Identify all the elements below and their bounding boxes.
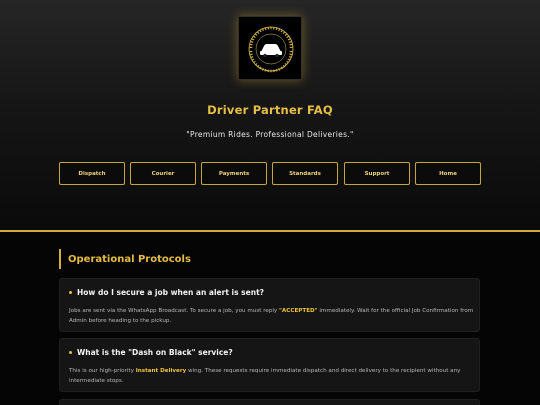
page-title: Driver Partner FAQ	[207, 103, 333, 117]
bullet-icon	[69, 291, 72, 294]
nav-payments-button[interactable]: Payments	[201, 162, 267, 185]
faq-answer: This is our high-priority Instant Delive…	[69, 366, 474, 386]
faq-item[interactable]: What is the "Dash on Black" service? Thi…	[59, 338, 480, 392]
nav-dispatch-button[interactable]: Dispatch	[59, 162, 125, 185]
faq-answer-text: Jobs are sent via the WhatsApp Broadcast…	[69, 308, 280, 314]
bullet-icon	[69, 351, 72, 354]
faq-answer-text: This is our high-priority	[69, 368, 136, 374]
nav-standards-button[interactable]: Standards	[272, 162, 338, 185]
tagline: "Premium Rides. Professional Deliveries.…	[186, 130, 354, 139]
faq-answer: Jobs are sent via the WhatsApp Broadcast…	[69, 306, 474, 326]
section-header: Operational Protocols	[59, 249, 191, 269]
faq-item[interactable]: How do I secure a job when an alert is s…	[59, 278, 480, 332]
faq-question-text: How do I secure a job when an alert is s…	[77, 288, 265, 297]
faq-question[interactable]: How do I secure a job when an alert is s…	[69, 288, 264, 297]
faq-question-text: What is the "Dash on Black" service?	[77, 348, 233, 357]
divider	[0, 230, 540, 232]
faq-answer-highlight: "ACCEPTED"	[279, 308, 318, 314]
faq-question[interactable]: What is the "Dash on Black" service?	[69, 348, 233, 357]
faq-item[interactable]	[59, 399, 480, 405]
faq-answer-highlight: Instant Delivery	[135, 368, 187, 374]
company-logo	[238, 16, 302, 80]
nav-home-button[interactable]: Home	[415, 162, 481, 185]
car-logo-icon	[248, 26, 294, 73]
section-title: Operational Protocols	[68, 253, 191, 265]
nav-courier-button[interactable]: Courier	[130, 162, 196, 185]
nav-support-button[interactable]: Support	[344, 162, 410, 185]
